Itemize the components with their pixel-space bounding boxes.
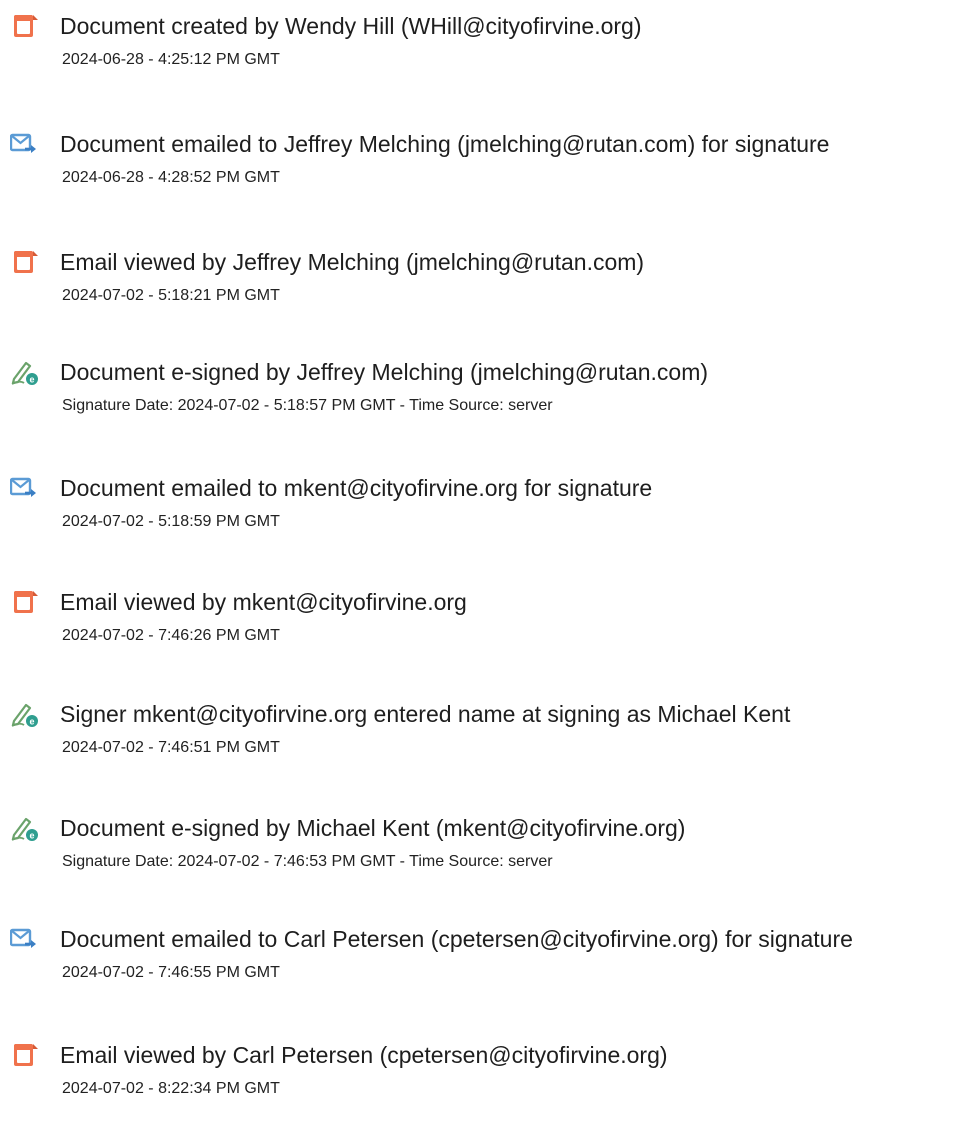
svg-text:e: e [29,831,34,841]
document-icon [10,248,40,276]
svg-text:e: e [29,375,34,385]
document-icon [10,1041,40,1069]
audit-event: e Document e-signed by Michael Kent (mke… [10,814,975,894]
event-timestamp: 2024-06-28 - 4:28:52 PM GMT [62,169,280,186]
email-sent-icon [10,474,40,502]
event-title: Email viewed by mkent@cityofirvine.org [60,589,467,615]
audit-event: Document emailed to mkent@cityofirvine.o… [10,474,975,554]
email-sent-icon [10,925,40,953]
e-sign-icon: e [10,700,40,728]
audit-event: Email viewed by Carl Petersen (cpetersen… [10,1041,975,1121]
event-title: Document e-signed by Michael Kent (mkent… [60,815,686,841]
audit-event: e Signer mkent@cityofirvine.org entered … [10,700,975,780]
audit-event: Document emailed to Jeffrey Melching (jm… [10,130,975,210]
e-sign-icon: e [10,814,40,842]
event-timestamp: 2024-06-28 - 4:25:12 PM GMT [62,51,280,68]
document-icon [10,12,40,40]
event-title: Document created by Wendy Hill (WHill@ci… [60,13,642,39]
audit-event: Document created by Wendy Hill (WHill@ci… [10,12,975,92]
audit-event: Document emailed to Carl Petersen (cpete… [10,925,975,1005]
event-title: Document emailed to mkent@cityofirvine.o… [60,475,653,501]
audit-event: e Document e-signed by Jeffrey Melching … [10,358,975,438]
event-title: Document emailed to Carl Petersen (cpete… [60,926,853,952]
event-timestamp: 2024-07-02 - 5:18:59 PM GMT [62,513,280,530]
event-title: Document emailed to Jeffrey Melching (jm… [60,131,830,157]
event-title: Email viewed by Carl Petersen (cpetersen… [60,1042,668,1068]
event-title: Signer mkent@cityofirvine.org entered na… [60,701,791,727]
event-timestamp: Signature Date: 2024-07-02 - 5:18:57 PM … [62,397,553,414]
event-title: Email viewed by Jeffrey Melching (jmelch… [60,249,645,275]
event-timestamp: 2024-07-02 - 7:46:55 PM GMT [62,964,280,981]
event-timestamp: Signature Date: 2024-07-02 - 7:46:53 PM … [62,853,553,870]
audit-event: Email viewed by Jeffrey Melching (jmelch… [10,248,975,328]
document-icon [10,588,40,616]
svg-text:e: e [29,717,34,727]
event-title: Document e-signed by Jeffrey Melching (j… [60,359,709,385]
email-sent-icon [10,130,40,158]
event-timestamp: 2024-07-02 - 8:22:34 PM GMT [62,1080,280,1097]
event-timestamp: 2024-07-02 - 5:18:21 PM GMT [62,287,280,304]
e-sign-icon: e [10,358,40,386]
audit-event: Email viewed by mkent@cityofirvine.org 2… [10,588,975,668]
event-timestamp: 2024-07-02 - 7:46:26 PM GMT [62,627,280,644]
event-timestamp: 2024-07-02 - 7:46:51 PM GMT [62,739,280,756]
